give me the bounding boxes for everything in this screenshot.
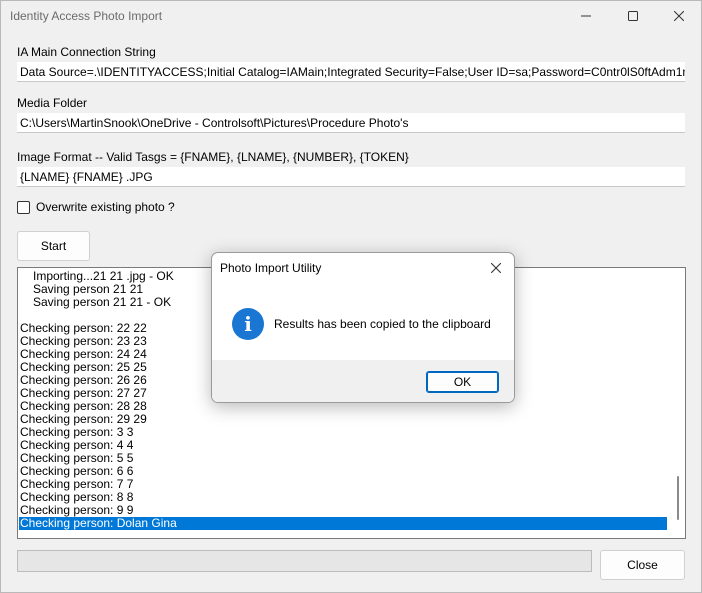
maximize-icon (628, 11, 638, 21)
log-line[interactable]: Saving person 21 21 - OK (33, 296, 171, 309)
progress-bar (17, 550, 592, 572)
overwrite-label: Overwrite existing photo ? (36, 200, 175, 214)
overwrite-option[interactable]: Overwrite existing photo ? (17, 200, 175, 214)
window-title: Identity Access Photo Import (10, 9, 163, 23)
close-button[interactable]: Close (600, 550, 685, 580)
main-window: Identity Access Photo Import IA Main Con… (0, 0, 702, 593)
start-button[interactable]: Start (17, 231, 90, 261)
media-folder-input[interactable]: C:\Users\MartinSnook\OneDrive - Controls… (17, 113, 685, 133)
log-scrollbar-thumb[interactable] (677, 476, 679, 520)
dialog-footer: OK (212, 360, 514, 402)
image-format-label: Image Format -- Valid Tasgs = {FNAME}, {… (17, 150, 409, 164)
ok-button[interactable]: OK (426, 371, 499, 393)
connection-string-input[interactable]: Data Source=.\IDENTITYACCESS;Initial Cat… (17, 62, 685, 82)
title-bar[interactable]: Identity Access Photo Import (1, 1, 701, 31)
close-window-button[interactable] (656, 1, 702, 31)
connection-string-label: IA Main Connection String (17, 45, 156, 59)
dialog-title: Photo Import Utility (220, 261, 322, 275)
message-dialog: Photo Import Utility i Results has been … (211, 252, 515, 403)
maximize-button[interactable] (610, 1, 656, 31)
close-icon (674, 11, 684, 21)
close-icon (491, 263, 501, 273)
minimize-icon (581, 15, 591, 17)
dialog-close-button[interactable] (484, 257, 508, 279)
log-line-selected[interactable]: Checking person: Dolan Gina (19, 517, 667, 530)
dialog-body: i Results has been copied to the clipboa… (212, 283, 514, 360)
info-icon: i (232, 308, 264, 340)
minimize-button[interactable] (563, 1, 609, 31)
image-format-input[interactable]: {LNAME} {FNAME} .JPG (17, 167, 685, 187)
media-folder-label: Media Folder (17, 96, 88, 110)
overwrite-checkbox[interactable] (17, 200, 30, 214)
dialog-message: Results has been copied to the clipboard (274, 317, 491, 331)
